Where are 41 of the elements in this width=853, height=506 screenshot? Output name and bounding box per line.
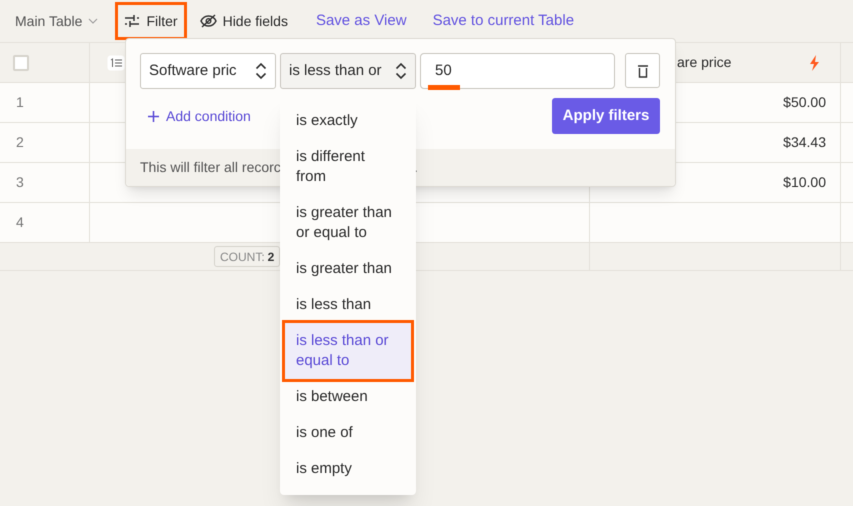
trash-icon [636, 64, 648, 78]
toolbar-link[interactable]: Save as View [316, 10, 407, 32]
underline-marker [428, 85, 460, 90]
delete-button[interactable] [625, 53, 660, 88]
view-dropdown[interactable]: Main Table [15, 10, 98, 32]
row-number: 1 [16, 93, 24, 112]
operator-option[interactable]: is greater than [285, 251, 411, 287]
count-value: 2 [268, 248, 274, 266]
row-number: 4 [16, 213, 24, 232]
operator-option[interactable]: is exactly [285, 103, 411, 139]
operator-option[interactable]: is empty [285, 451, 411, 487]
field-select[interactable]: Software pric [140, 53, 276, 89]
price-cell-text: $50.00 [783, 93, 826, 112]
apply-filters-button[interactable]: Apply filters [552, 98, 660, 134]
filter-button[interactable]: Filter [118, 5, 184, 37]
lightning-icon [809, 54, 820, 70]
up-down-chevron-icon [255, 62, 267, 80]
operator-option[interactable]: is greater than or equal to [285, 195, 411, 251]
operator-select[interactable]: is less than or [280, 53, 416, 89]
price-cell-text: $34.43 [783, 133, 826, 152]
column-header[interactable]: are price [677, 52, 732, 73]
select-all-checkbox[interactable] [13, 54, 29, 70]
eye-slash-icon [200, 14, 217, 28]
value-field[interactable]: 50 [420, 53, 615, 89]
sliders-icon [124, 14, 140, 28]
count-label: COUNT: [220, 248, 265, 266]
row-number: 2 [16, 133, 24, 152]
toolbar-link[interactable]: Save to current Table [432, 10, 574, 32]
operator-option[interactable]: is one of [285, 415, 411, 451]
operator-option[interactable]: is different from [285, 139, 411, 195]
operator-option[interactable]: is between [285, 379, 411, 415]
operator-option[interactable]: is less than or equal to [285, 323, 411, 379]
hide-fields-button[interactable]: Hide fields [194, 5, 294, 37]
up-down-chevron-icon [395, 62, 407, 80]
row-number: 3 [16, 173, 24, 192]
plus-icon [148, 110, 159, 122]
price-cell-text: $10.00 [783, 173, 826, 192]
filter-note: This will filter all recorc [140, 158, 281, 177]
chevron-down-icon [88, 18, 98, 24]
add-condition-button[interactable]: Add condition [148, 106, 251, 126]
operator-option[interactable]: is less than [285, 287, 411, 323]
